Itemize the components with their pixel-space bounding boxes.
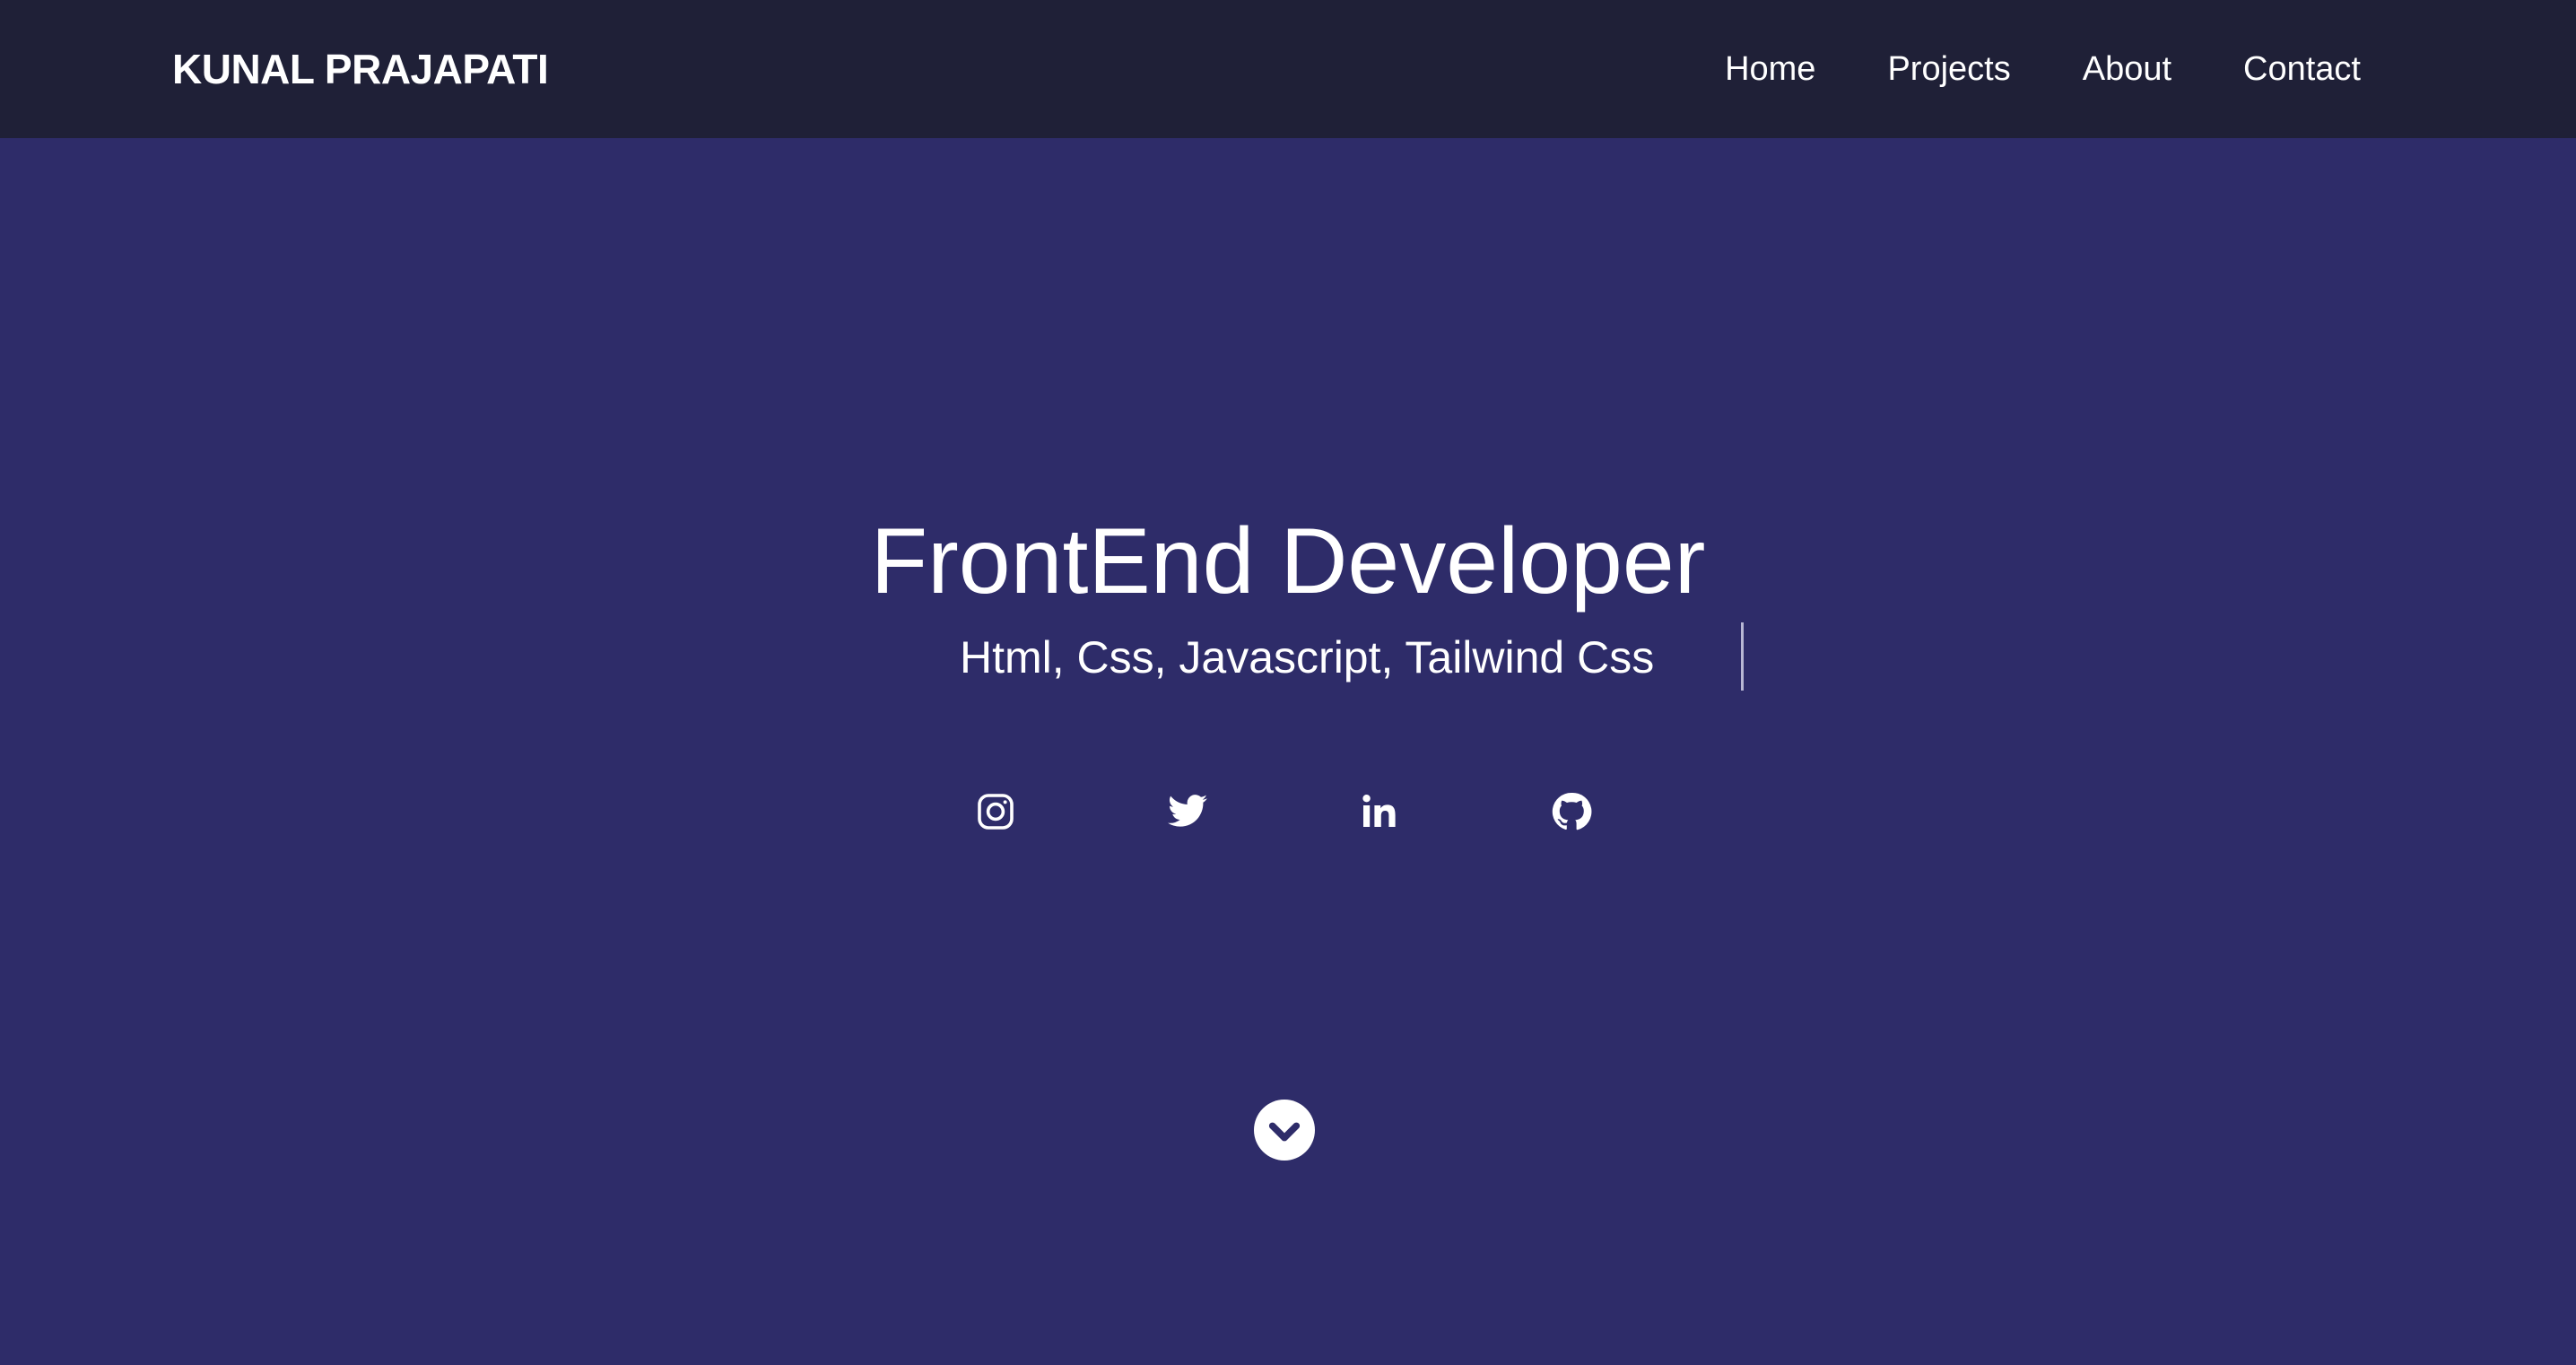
nav-link-projects[interactable]: Projects	[1887, 47, 2010, 91]
twitter-icon[interactable]	[1166, 790, 1209, 833]
nav-menu: Home Projects About Contact	[1725, 47, 2361, 91]
hero-section: FrontEnd Developer Html, Css, Javascript…	[0, 138, 2576, 1365]
instagram-icon[interactable]	[974, 790, 1017, 833]
typing-cursor	[1741, 622, 1744, 691]
hero-title: FrontEnd Developer	[870, 509, 1706, 613]
nav-link-home[interactable]: Home	[1725, 47, 1815, 91]
github-icon[interactable]	[1550, 790, 1593, 833]
chevron-down-icon	[1268, 1122, 1301, 1142]
hero-subtitle: Html, Css, Javascript, Tailwind Css	[960, 632, 1655, 682]
navbar: KUNAL PRAJAPATI Home Projects About Cont…	[0, 0, 2576, 138]
brand-logo-text[interactable]: KUNAL PRAJAPATI	[172, 45, 549, 93]
nav-link-contact[interactable]: Contact	[2243, 47, 2361, 91]
nav-link-about[interactable]: About	[2083, 47, 2171, 91]
linkedin-icon[interactable]	[1358, 790, 1401, 833]
scroll-down-button[interactable]	[1254, 1100, 1315, 1161]
